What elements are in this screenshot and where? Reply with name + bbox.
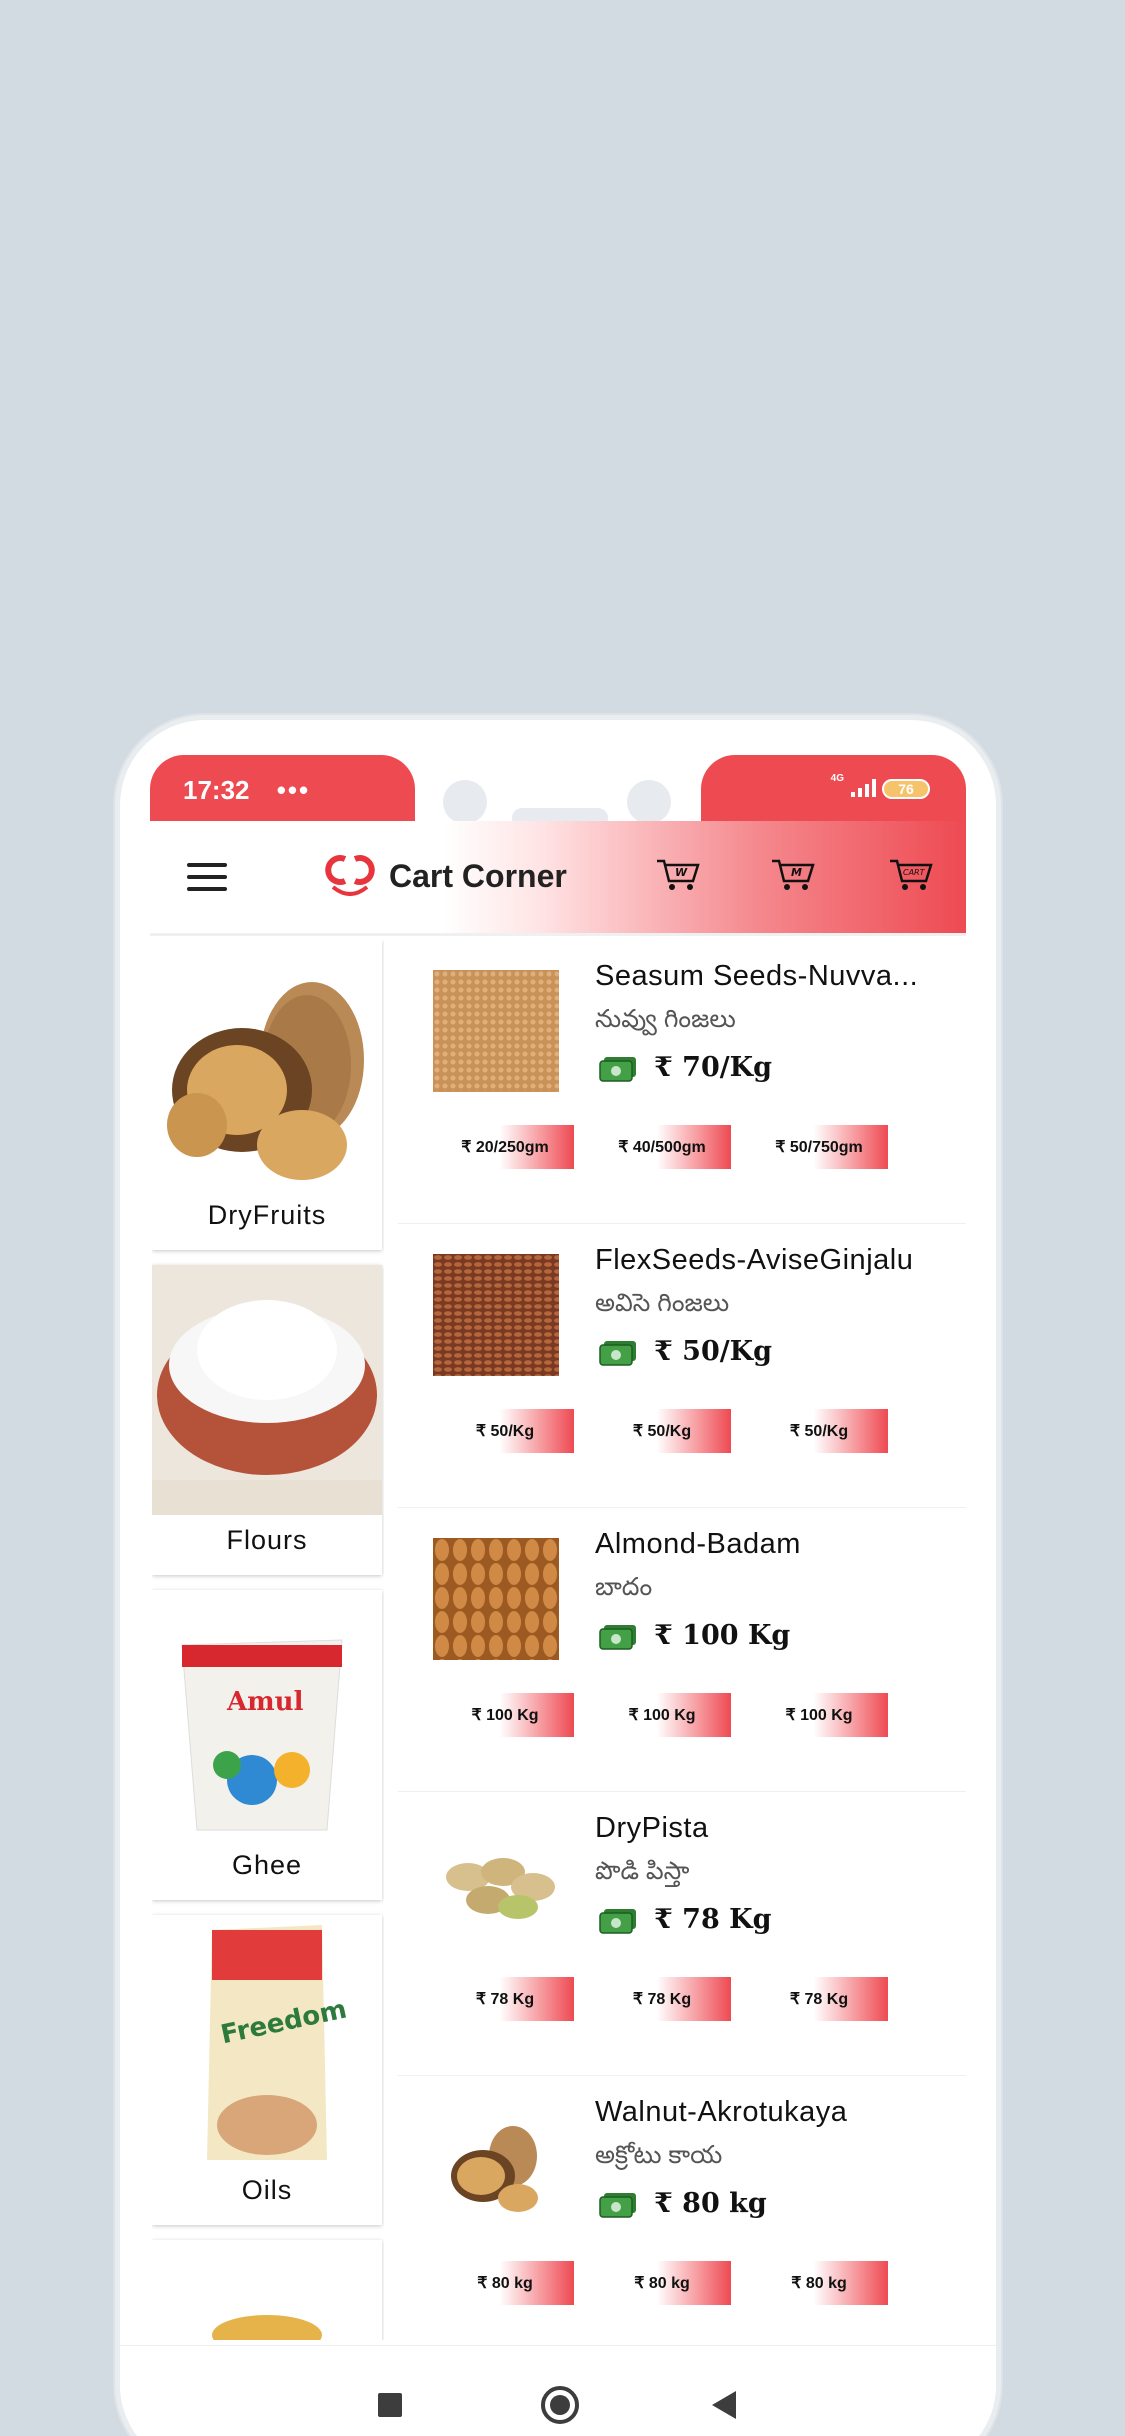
svg-text:Amul: Amul	[226, 1687, 304, 1717]
cart-w-icon[interactable]: W	[655, 857, 701, 893]
product-local-name: బాదం	[595, 1573, 653, 1601]
amul-ghee-pack-image: Amul	[152, 1590, 382, 1840]
product-price: ₹ 50/Kg	[654, 1336, 772, 1367]
cart-main-icon[interactable]: CART	[888, 857, 934, 893]
sesame-seeds-image	[433, 970, 559, 1092]
brand-logo: Cart Corner	[325, 853, 567, 899]
category-oils[interactable]: Freedom Oils	[152, 1915, 382, 2225]
product-name: Seasum Seeds-Nuvva...	[595, 960, 919, 992]
cash-icon	[599, 1057, 636, 1082]
brand-name: Cart Corner	[389, 857, 567, 894]
product-name: DryPista	[595, 1812, 709, 1844]
product-card[interactable]: FlexSeeds-AviseGinjalu అవిసె గింజలు ₹ 50…	[398, 1224, 966, 1508]
product-name: Walnut-Akrotukaya	[595, 2096, 848, 2128]
weight-option-button[interactable]: ₹ 78 Kg	[607, 1977, 731, 2021]
weight-option-button[interactable]: ₹ 78 Kg	[764, 1977, 888, 2021]
product-list: Seasum Seeds-Nuvva... నువ్వు గింజలు ₹ 70…	[398, 940, 966, 2340]
weight-option-button[interactable]: ₹ 100 Kg	[764, 1693, 888, 1737]
category-label: DryFruits	[207, 1200, 327, 1230]
product-name: Almond-Badam	[595, 1528, 801, 1560]
hamburger-icon[interactable]	[187, 863, 227, 891]
cart-corner-logo-icon	[325, 855, 375, 896]
header-divider	[150, 933, 966, 936]
weight-option-button[interactable]: ₹ 80 kg	[450, 2261, 574, 2305]
cart-w-label: W	[675, 866, 688, 879]
product-card[interactable]: Walnut-Akrotukaya అక్రోటు కాయ ₹ 80 kg ₹ …	[398, 2076, 966, 2340]
weight-option-button[interactable]: ₹ 50/Kg	[764, 1409, 888, 1453]
front-sensor	[627, 780, 671, 824]
category-label: Flours	[226, 1525, 308, 1555]
cart-main-label: CART	[903, 868, 926, 877]
almond-image	[433, 1538, 559, 1660]
weight-option-button[interactable]: ₹ 78 Kg	[450, 1977, 574, 2021]
battery-icon: 76	[882, 779, 930, 799]
status-dots: •••	[276, 775, 311, 805]
category-label: Oils	[241, 2175, 293, 2205]
battery-level: 76	[898, 781, 914, 797]
cash-icon	[599, 1341, 636, 1366]
flour-bowl-image	[152, 1265, 382, 1515]
cash-icon	[599, 1909, 636, 1934]
walnut-image	[152, 940, 382, 1190]
freedom-oil-pack-image: Freedom	[152, 1915, 382, 2165]
product-price: ₹ 70/Kg	[654, 1052, 772, 1083]
category-more[interactable]	[152, 2240, 382, 2340]
weight-option-button[interactable]: ₹ 40/500gm	[607, 1125, 731, 1169]
product-card[interactable]: Seasum Seeds-Nuvva... నువ్వు గింజలు ₹ 70…	[398, 940, 966, 1224]
walnut-image	[433, 2106, 559, 2228]
status-bar-left: 17:32 •••	[150, 755, 415, 821]
flax-seeds-image	[433, 1254, 559, 1376]
home-icon[interactable]	[541, 2386, 579, 2424]
weight-option-button[interactable]: ₹ 50/750gm	[764, 1125, 888, 1169]
signal-icon	[851, 779, 876, 797]
front-camera	[443, 780, 487, 824]
product-card[interactable]: Almond-Badam బాదం ₹ 100 Kg ₹ 100 Kg ₹ 10…	[398, 1508, 966, 1792]
product-local-name: పొడి పిస్తా	[595, 1857, 690, 1885]
weight-option-button[interactable]: ₹ 80 kg	[764, 2261, 888, 2305]
status-bar-right: 4G 76	[701, 755, 966, 821]
cash-icon	[599, 2193, 636, 2218]
network-type: 4G	[830, 773, 844, 784]
category-flours[interactable]: Flours	[152, 1265, 382, 1575]
app-header: Cart Corner W M CART	[150, 821, 966, 933]
weight-option-button[interactable]: ₹ 100 Kg	[450, 1693, 574, 1737]
weight-option-button[interactable]: ₹ 50/Kg	[607, 1409, 731, 1453]
weight-option-button[interactable]: ₹ 20/250gm	[450, 1125, 574, 1169]
weight-option-button[interactable]: ₹ 80 kg	[607, 2261, 731, 2305]
system-nav-bar	[120, 2345, 996, 2436]
product-local-name: అవిసె గింజలు	[595, 1289, 730, 1317]
product-price: ₹ 80 kg	[654, 2188, 767, 2219]
pista-image	[433, 1822, 559, 1944]
weight-option-button[interactable]: ₹ 50/Kg	[450, 1409, 574, 1453]
product-price: ₹ 78 Kg	[654, 1904, 772, 1935]
recents-icon[interactable]	[378, 2393, 402, 2417]
back-icon[interactable]	[712, 2391, 736, 2419]
category-ghee[interactable]: Amul Ghee	[152, 1590, 382, 1900]
product-local-name: అక్రోటు కాయ	[595, 2141, 723, 2169]
cart-m-label: M	[791, 866, 802, 879]
cart-m-icon[interactable]: M	[770, 857, 816, 893]
phone-frame: 17:32 ••• 4G 76 Cart Corner W M CART Dry…	[115, 715, 1001, 2436]
category-label: Ghee	[231, 1850, 303, 1880]
product-local-name: నువ్వు గింజలు	[595, 1005, 736, 1033]
category-sidebar: DryFruits Flours Amul Ghee Freedom Oils	[152, 940, 384, 2340]
product-price: ₹ 100 Kg	[654, 1620, 791, 1651]
product-name: FlexSeeds-AviseGinjalu	[595, 1244, 914, 1276]
cashew-image	[152, 2240, 382, 2340]
cash-icon	[599, 1625, 636, 1650]
category-dryfruits[interactable]: DryFruits	[152, 940, 382, 1250]
weight-option-button[interactable]: ₹ 100 Kg	[607, 1693, 731, 1737]
product-card[interactable]: DryPista పొడి పిస్తా ₹ 78 Kg ₹ 78 Kg ₹ 7…	[398, 1792, 966, 2076]
status-time: 17:32	[183, 775, 250, 805]
